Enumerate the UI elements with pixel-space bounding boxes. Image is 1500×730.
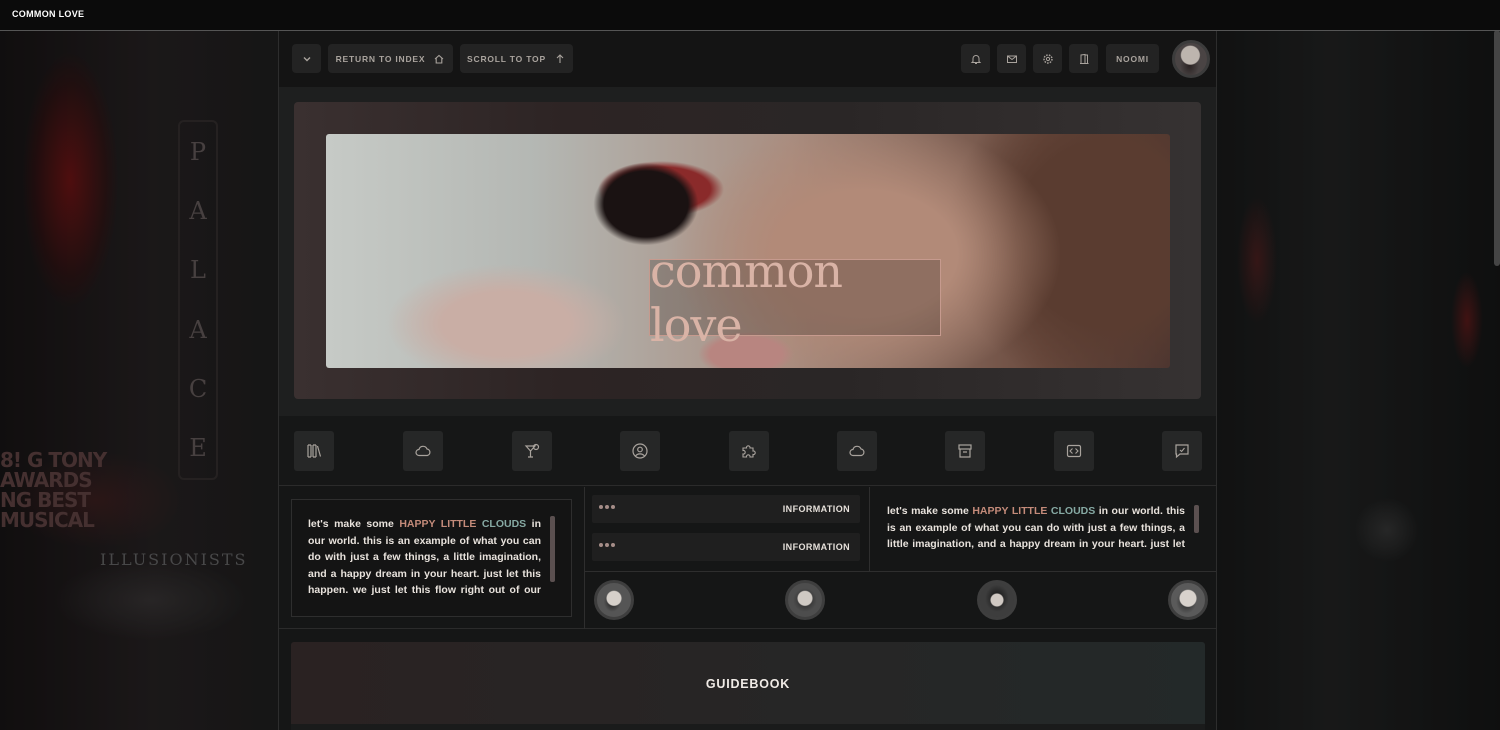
highlight-text: CLOUDS [1050,505,1096,517]
highlight-text: CLOUDS [481,518,527,530]
background-left-scene: PALACE 8! G TONY AWARDS NG BEST MUSICAL I… [0,30,278,730]
user-circle-icon [632,443,648,459]
notifications-button[interactable] [961,44,990,73]
information-bar-2-label: INFORMATION [782,542,850,552]
site-title[interactable]: COMMON LOVE [12,9,84,19]
main-column: RETURN TO INDEX SCROLL TO TOP NOOMI comm… [278,31,1217,730]
gear-icon [1042,53,1054,65]
arrow-up-icon [554,53,566,65]
nav-bar: RETURN TO INDEX SCROLL TO TOP NOOMI [279,31,1216,87]
bell-icon [970,53,982,65]
quick-link-cloud-1[interactable] [403,431,443,471]
archive-icon [958,444,972,458]
quick-links-row [279,416,1216,486]
door-icon [1078,53,1090,65]
top-bar: COMMON LOVE [0,0,1500,31]
information-bar-1[interactable]: INFORMATION [592,495,860,523]
username-label: NOOMI [1116,53,1149,64]
member-avatar-3[interactable] [977,580,1017,620]
menu-toggle-button[interactable] [292,44,321,73]
books-icon [307,444,322,458]
quick-link-chat[interactable] [1162,431,1202,471]
background-poster-text: 8! G TONY AWARDS NG BEST MUSICAL [0,448,107,532]
guidebook-panel[interactable]: GUIDEBOOK [291,642,1205,730]
home-icon [433,53,445,65]
banner-photo: common love [326,134,1170,368]
header-banner: common love [279,87,1216,416]
quick-link-profile[interactable] [620,431,660,471]
user-profile-button[interactable]: NOOMI [1106,44,1159,73]
logo-frame: common love [649,244,941,352]
member-avatar-1[interactable] [594,580,634,620]
chat-icon [1175,444,1189,459]
text-segment: in our world. this is an example of what… [308,518,541,596]
page-scrollbar-thumb[interactable] [1494,30,1500,266]
text-segment: let's make some [308,518,400,530]
user-avatar[interactable] [1172,40,1210,78]
text-widget-left-scrollbar[interactable] [550,516,555,582]
background-illusionists-sign: ILLUSIONISTS [100,550,248,569]
member-avatar-2[interactable] [785,580,825,620]
puzzle-icon [742,445,756,458]
scroll-to-top-button[interactable]: SCROLL TO TOP [460,44,573,73]
background-right-scene [1217,30,1500,730]
text-segment: let's make some [887,505,973,517]
member-avatar-4[interactable] [1168,580,1208,620]
return-to-index-button[interactable]: RETURN TO INDEX [328,44,453,73]
dots-icon [599,505,615,509]
code-icon [1066,444,1082,458]
quick-link-books[interactable] [294,431,334,471]
highlight-text: HAPPY LITTLE [399,518,477,530]
chevron-down-icon [301,53,313,65]
quick-link-puzzle[interactable] [729,431,769,471]
return-to-index-label: RETURN TO INDEX [335,53,426,64]
text-widget-right-content: let's make some HAPPY LITTLE CLOUDS in o… [887,503,1185,555]
quick-link-cocktail[interactable] [512,431,552,471]
scroll-to-top-label: SCROLL TO TOP [467,53,546,64]
guidebook-content-strip [291,724,1205,730]
cocktail-icon [524,443,540,458]
quick-link-archive[interactable] [945,431,985,471]
divider [584,487,585,629]
text-widget-left: let's make some HAPPY LITTLE CLOUDS in o… [291,499,572,617]
messages-button[interactable] [997,44,1026,73]
quick-link-code[interactable] [1054,431,1094,471]
quick-link-cloud-2[interactable] [837,431,877,471]
cloud-icon [415,445,431,457]
settings-button[interactable] [1033,44,1062,73]
text-widget-left-content: let's make some HAPPY LITTLE CLOUDS in o… [308,516,541,600]
information-bar-2[interactable]: INFORMATION [592,533,860,561]
information-bar-1-label: INFORMATION [782,504,850,514]
divider [584,571,1216,572]
site-logo[interactable]: common love [650,244,940,352]
info-widgets: let's make some HAPPY LITTLE CLOUDS in o… [279,487,1216,629]
mail-icon [1006,53,1018,65]
text-widget-right-scrollbar[interactable] [1194,505,1199,533]
dots-icon [599,543,615,547]
guidebook-title: GUIDEBOOK [705,677,791,691]
cloud-icon [849,445,865,457]
logout-button[interactable] [1069,44,1098,73]
highlight-text: HAPPY LITTLE [972,505,1048,517]
divider [869,487,870,571]
background-palace-sign: PALACE [178,120,218,480]
